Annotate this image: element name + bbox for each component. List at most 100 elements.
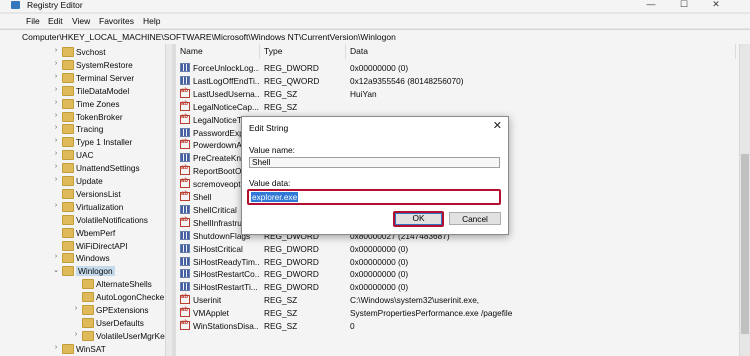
- tree-item-label: Windows: [76, 253, 110, 264]
- tree-item[interactable]: › Terminal Server: [0, 72, 172, 84]
- string-value-icon: [180, 191, 190, 201]
- folder-icon: [62, 150, 74, 161]
- tree-item[interactable]: › Time Zones: [0, 98, 172, 110]
- expand-chevron-icon[interactable]: ›: [52, 344, 60, 351]
- column-header-name[interactable]: Name: [176, 44, 260, 59]
- tree-item[interactable]: › SystemRestore: [0, 59, 172, 71]
- expand-chevron-icon[interactable]: ›: [72, 305, 80, 312]
- tree-item[interactable]: › UAC: [0, 149, 172, 161]
- tree-item[interactable]: › Windows: [0, 252, 172, 264]
- menu-edit[interactable]: Edit: [48, 16, 63, 26]
- expand-chevron-icon[interactable]: ›: [52, 124, 60, 131]
- tree-item-label: UserDefaults: [96, 317, 144, 328]
- table-row[interactable]: ForceUnlockLog... REG_DWORD 0x00000000 (0): [176, 62, 750, 74]
- expand-chevron-icon[interactable]: ›: [52, 86, 60, 93]
- tree-item[interactable]: › UnattendSettings: [0, 162, 172, 174]
- registry-editor-icon: [11, 1, 20, 9]
- tree-item[interactable]: WiFiDirectAPI: [0, 240, 172, 252]
- tree-item[interactable]: › Update: [0, 175, 172, 187]
- tree-item[interactable]: › TokenBroker: [0, 111, 172, 123]
- dialog-close-icon[interactable]: ✕: [493, 119, 502, 132]
- tree-item[interactable]: › Virtualization: [0, 201, 172, 213]
- expand-chevron-icon[interactable]: ⌄: [52, 266, 60, 274]
- row-name: ForceUnlockLog...: [193, 63, 259, 73]
- column-header-data[interactable]: Data: [346, 44, 736, 59]
- table-row[interactable]: SiHostRestartTi... REG_DWORD 0x00000000 (0…: [176, 281, 750, 293]
- menu-view[interactable]: View: [72, 16, 90, 26]
- table-row[interactable]: SiHostReadyTim... REG_DWORD 0x00000000 (0): [176, 256, 750, 268]
- edit-string-dialog: Edit String ✕ Value name: Shell Value da…: [241, 116, 509, 235]
- tree-item[interactable]: › GPExtensions: [0, 304, 172, 316]
- column-header-type[interactable]: Type: [260, 44, 346, 59]
- tree-item-label: Winlogon: [76, 266, 115, 277]
- tree-item[interactable]: › Svchost: [0, 46, 172, 58]
- expand-chevron-icon[interactable]: ›: [52, 73, 60, 80]
- expand-chevron-icon[interactable]: ›: [52, 202, 60, 209]
- ok-button[interactable]: OK: [393, 211, 444, 227]
- binary-value-icon: [180, 282, 190, 292]
- value-data-input[interactable]: explorer.exe: [247, 189, 501, 205]
- folder-icon: [82, 317, 94, 328]
- binary-value-icon: [180, 75, 190, 85]
- tree-item[interactable]: UserDefaults: [0, 317, 172, 329]
- expand-chevron-icon[interactable]: ›: [52, 137, 60, 144]
- expand-chevron-icon[interactable]: ›: [52, 99, 60, 106]
- row-type: REG_SZ: [264, 308, 298, 319]
- expand-chevron-icon[interactable]: ›: [52, 112, 60, 119]
- tree-item[interactable]: ⌄ Winlogon: [0, 265, 172, 277]
- tree-item[interactable]: › VolatileUserMgrKe: [0, 330, 172, 342]
- binary-value-icon: [180, 63, 190, 72]
- expand-chevron-icon[interactable]: ›: [52, 150, 60, 157]
- table-row[interactable]: SiHostCritical REG_DWORD 0x00000000 (0): [176, 243, 750, 255]
- row-name: LastLogOffEndTi...: [193, 75, 259, 86]
- table-row[interactable]: SiHostRestartCo... REG_DWORD 0x00000000 (0…: [176, 268, 750, 280]
- table-row[interactable]: WinStationsDisa... REG_SZ 0: [176, 320, 750, 332]
- tree-item-label: TileDataModel: [76, 85, 130, 96]
- tree-item-label: SystemRestore: [76, 59, 133, 70]
- binary-value-icon: [180, 230, 190, 240]
- tree-item[interactable]: WbemPerf: [0, 227, 172, 239]
- binary-value-icon: [180, 153, 190, 163]
- folder-icon: [62, 176, 74, 186]
- tree-item[interactable]: VolatileNotifications: [0, 214, 172, 226]
- tree-item[interactable]: VersionsList: [0, 188, 172, 200]
- maximize-button[interactable]: ☐: [673, 0, 695, 10]
- tree-item-label: Tracing: [76, 124, 104, 135]
- tree-item[interactable]: › Tracing: [0, 123, 172, 135]
- expand-chevron-icon[interactable]: ›: [52, 60, 60, 67]
- tree-item[interactable]: AutoLogonChecke: [0, 291, 172, 303]
- folder-icon: [62, 85, 74, 96]
- tree-item-label: VolatileNotifications: [76, 214, 148, 225]
- table-row[interactable]: LegalNoticeCap... REG_SZ: [176, 101, 750, 113]
- menu-file[interactable]: File: [26, 16, 40, 26]
- menu-favorites[interactable]: Favorites: [99, 16, 134, 26]
- table-row[interactable]: LastUsedUserna... REG_SZ HuiYan: [176, 88, 750, 100]
- row-data: 0x00000000 (0): [350, 282, 409, 293]
- expand-chevron-icon[interactable]: ›: [52, 253, 60, 260]
- key-tree-pane[interactable]: › Svchost › SystemRestore › Terminal Server › T…: [0, 44, 172, 356]
- minimize-button[interactable]: —: [640, 0, 662, 10]
- expand-chevron-icon[interactable]: ›: [52, 163, 60, 170]
- tree-item[interactable]: › TileDataModel: [0, 85, 172, 97]
- row-data: 0x00000000 (0): [350, 243, 409, 254]
- address-bar[interactable]: Computer\HKEY_LOCAL_MACHINE\SOFTWARE\Mic…: [0, 29, 750, 45]
- tree-item-label: UnattendSettings: [76, 163, 140, 174]
- expand-chevron-icon[interactable]: ›: [52, 176, 60, 183]
- row-data: 0: [350, 321, 355, 331]
- expand-chevron-icon[interactable]: ›: [52, 47, 60, 54]
- address-path[interactable]: Computer\HKEY_LOCAL_MACHINE\SOFTWARE\Mic…: [22, 32, 396, 42]
- close-button[interactable]: ✕: [705, 0, 727, 10]
- cancel-button[interactable]: Cancel: [449, 212, 501, 225]
- table-row[interactable]: LastLogOffEndTi... REG_QWORD 0x12a9355546 …: [176, 75, 750, 87]
- tree-item[interactable]: › Type 1 Installer: [0, 136, 172, 148]
- menu-help[interactable]: Help: [143, 16, 160, 26]
- tree-item[interactable]: AlternateShells: [0, 278, 172, 290]
- table-row[interactable]: VMApplet REG_SZ SystemPropertiesPerformanc…: [176, 307, 750, 319]
- expand-chevron-icon[interactable]: ›: [72, 331, 80, 338]
- folder-icon: [62, 59, 74, 70]
- table-row[interactable]: Userinit REG_SZ C:\Windows\system32\userin…: [176, 294, 750, 306]
- folder-icon: [62, 188, 74, 199]
- tree-item[interactable]: › WinSAT: [0, 343, 172, 355]
- value-data-label: Value data:: [249, 178, 291, 188]
- row-type: REG_QWORD: [264, 75, 320, 86]
